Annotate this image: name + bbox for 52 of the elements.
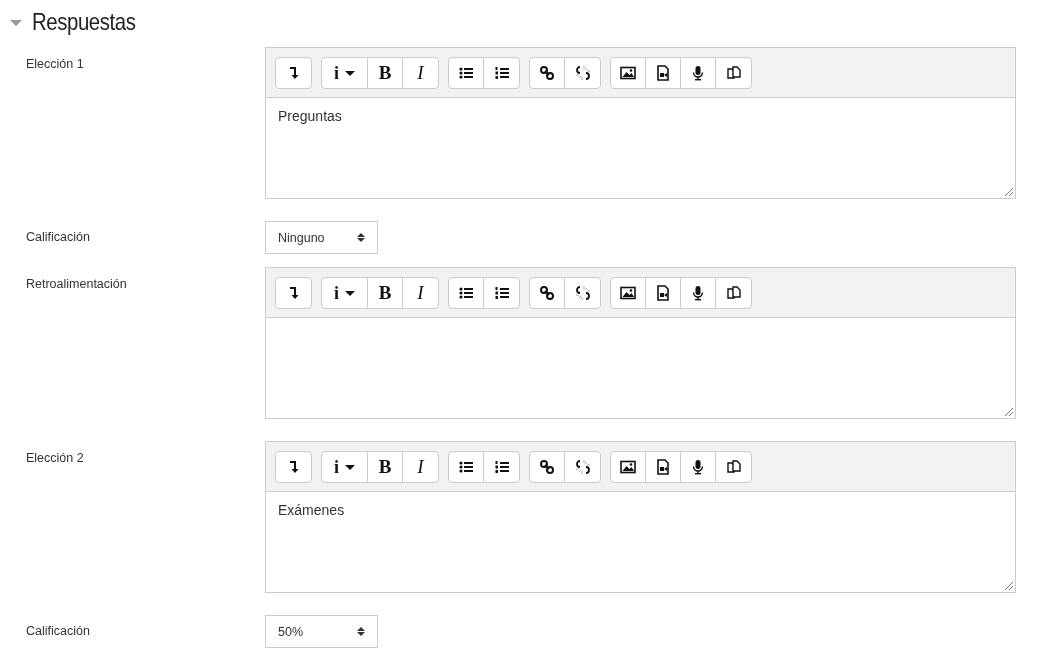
image-icon <box>620 65 636 81</box>
broken-link-icon <box>574 285 591 301</box>
broken-link-icon <box>574 459 591 475</box>
link-icon <box>539 285 555 301</box>
resize-handle-icon[interactable] <box>1005 582 1013 590</box>
section-heading: Respuestas <box>32 8 136 36</box>
image-icon <box>620 459 636 475</box>
grade-dropdown[interactable]: Ninguno <box>265 221 378 254</box>
field-label: Calificación <box>25 623 91 640</box>
insert-menu-button[interactable]: i <box>322 278 368 308</box>
microphone-icon <box>690 285 706 301</box>
image-icon <box>620 285 636 301</box>
numbered-list-icon <box>493 285 510 301</box>
caret-icon <box>345 70 355 76</box>
bold-button[interactable]: B <box>368 278 403 308</box>
field-label: Calificación <box>25 229 91 246</box>
copy-icon <box>725 285 742 301</box>
numbered-list-icon <box>493 459 510 475</box>
insert-menu-button[interactable]: i <box>322 452 368 482</box>
microphone-icon <box>690 459 706 475</box>
italic-button[interactable]: I <box>403 58 438 88</box>
text-editor-field[interactable]: Preguntas <box>266 98 1015 198</box>
video-file-icon <box>655 459 671 475</box>
copy-icon <box>725 459 742 475</box>
caret-icon <box>345 290 355 296</box>
microphone-icon <box>690 65 706 81</box>
video-file-icon <box>655 65 671 81</box>
numbered-list-icon <box>493 65 510 81</box>
collapse-toggle-icon[interactable] <box>10 20 22 26</box>
link-icon <box>539 65 555 81</box>
caret-icon <box>345 464 355 470</box>
bullet-list-icon <box>458 459 474 475</box>
italic-button[interactable]: I <box>403 452 438 482</box>
resize-handle-icon[interactable] <box>1005 188 1013 196</box>
link-icon <box>539 459 555 475</box>
bold-button[interactable]: B <box>368 452 403 482</box>
field-label: Elección 2 <box>25 450 85 467</box>
broken-link-icon <box>574 65 591 81</box>
sort-arrows-icon <box>357 233 365 242</box>
field-label: Elección 1 <box>25 56 85 73</box>
copy-icon <box>725 65 742 81</box>
italic-button[interactable]: I <box>403 278 438 308</box>
text-editor-field[interactable]: Exámenes <box>266 492 1015 592</box>
insert-menu-button[interactable]: i <box>322 58 368 88</box>
bullet-list-icon <box>458 285 474 301</box>
video-file-icon <box>655 285 671 301</box>
resize-handle-icon[interactable] <box>1005 408 1013 416</box>
bold-button[interactable]: B <box>368 58 403 88</box>
field-label: Retroalimentación <box>25 276 128 293</box>
grade-dropdown[interactable]: 50% <box>265 615 378 648</box>
sort-arrows-icon <box>357 627 365 636</box>
bullet-list-icon <box>458 65 474 81</box>
